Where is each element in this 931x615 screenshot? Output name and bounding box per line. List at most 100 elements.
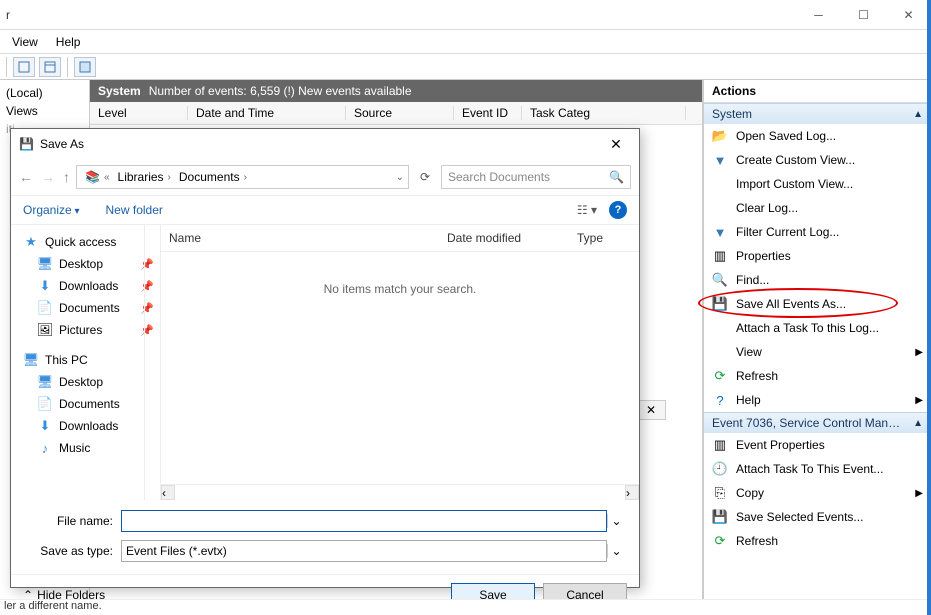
dialog-close-button[interactable]: ✕ bbox=[601, 136, 631, 153]
col-name[interactable]: Name bbox=[161, 225, 439, 251]
action-import-custom-view[interactable]: Import Custom View... bbox=[704, 172, 931, 196]
col-type[interactable]: Type bbox=[569, 225, 639, 251]
dialog-toolbar: Organize New folder ☷ ▾ ? bbox=[11, 195, 639, 225]
tree-documents-2[interactable]: 📄Documents bbox=[11, 393, 160, 415]
find-icon: 🔍 bbox=[712, 272, 728, 288]
savetype-dropdown[interactable]: ⌄ bbox=[607, 544, 625, 558]
chevron-right-icon: ▶ bbox=[915, 488, 923, 499]
actions-group-system[interactable]: System▲ bbox=[704, 103, 931, 124]
list-h-scrollbar[interactable]: ‹› bbox=[161, 484, 639, 500]
filename-input[interactable] bbox=[121, 510, 607, 532]
col-level[interactable]: Level bbox=[98, 106, 188, 120]
nav-fwd-button[interactable]: → bbox=[41, 169, 55, 185]
empty-message: No items match your search. bbox=[161, 252, 639, 484]
folder-icon: 📂 bbox=[712, 128, 728, 144]
dialog-navbar: ← → ↑ 📚« Libraries› Documents› ⌄ ⟳ Searc… bbox=[11, 159, 639, 195]
downloads-icon: ⬇ bbox=[37, 278, 53, 294]
crumb-dropdown-icon[interactable]: ⌄ bbox=[396, 172, 404, 183]
tree-music[interactable]: ♪Music bbox=[11, 437, 160, 459]
action-event-properties[interactable]: ▥Event Properties bbox=[704, 433, 931, 457]
toolbar-icon-2[interactable] bbox=[39, 57, 61, 77]
action-attach-task-event[interactable]: 🕘Attach Task To This Event... bbox=[704, 457, 931, 481]
col-taskcat[interactable]: Task Categ bbox=[530, 106, 686, 120]
tree-downloads[interactable]: ⬇Downloads📌 bbox=[11, 275, 160, 297]
action-help[interactable]: ?Help▶ bbox=[704, 388, 931, 412]
refresh-icon: ⟳ bbox=[712, 368, 728, 384]
save-as-dialog: 💾 Save As ✕ ← → ↑ 📚« Libraries› Document… bbox=[10, 128, 640, 588]
documents-icon: 📄 bbox=[37, 396, 53, 412]
nav-views[interactable]: Views bbox=[6, 102, 83, 120]
task-icon: 🕘 bbox=[712, 461, 728, 477]
save-icon: 💾 bbox=[712, 509, 728, 525]
tree-desktop[interactable]: 🖥Desktop📌 bbox=[11, 253, 160, 275]
documents-icon: 📄 bbox=[37, 300, 53, 316]
save-icon: 💾 bbox=[712, 296, 728, 312]
refresh-icon: ⟳ bbox=[712, 533, 728, 549]
action-properties[interactable]: ▥Properties bbox=[704, 244, 931, 268]
breadcrumb[interactable]: 📚« Libraries› Documents› ⌄ bbox=[76, 165, 409, 189]
dialog-icon: 💾 bbox=[19, 137, 34, 151]
library-icon: 📚 bbox=[85, 170, 100, 184]
nav-refresh-button[interactable]: ⟳ bbox=[415, 170, 435, 184]
tree-quick-access[interactable]: ★Quick access bbox=[11, 231, 160, 253]
action-refresh-2[interactable]: ⟳Refresh bbox=[704, 529, 931, 553]
events-header: System Number of events: 6,559 (!) New e… bbox=[90, 80, 702, 102]
col-date[interactable]: Date and Time bbox=[196, 106, 346, 120]
action-find[interactable]: 🔍Find... bbox=[704, 268, 931, 292]
action-save-selected[interactable]: 💾Save Selected Events... bbox=[704, 505, 931, 529]
pane-close-button[interactable]: ✕ bbox=[636, 400, 666, 420]
properties-icon: ▥ bbox=[712, 248, 728, 264]
nav-back-button[interactable]: ← bbox=[19, 169, 33, 185]
nav-up-button[interactable]: ↑ bbox=[63, 169, 70, 185]
downloads-icon: ⬇ bbox=[37, 418, 53, 434]
help-button[interactable]: ? bbox=[609, 201, 627, 219]
search-input[interactable]: Search Documents 🔍 bbox=[441, 165, 631, 189]
star-icon: ★ bbox=[23, 234, 39, 250]
action-create-custom-view[interactable]: ▼Create Custom View... bbox=[704, 148, 931, 172]
log-name: System bbox=[98, 84, 141, 98]
close-button[interactable]: ✕ bbox=[886, 0, 931, 30]
tree-downloads-2[interactable]: ⬇Downloads bbox=[11, 415, 160, 437]
chevron-right-icon: ▶ bbox=[915, 395, 923, 406]
tree-documents[interactable]: 📄Documents📌 bbox=[11, 297, 160, 319]
action-save-all-events[interactable]: 💾Save All Events As... bbox=[704, 292, 931, 316]
nav-local[interactable]: (Local) bbox=[6, 84, 83, 102]
maximize-button[interactable]: ☐ bbox=[841, 0, 886, 30]
action-attach-task[interactable]: Attach a Task To this Log... bbox=[704, 316, 931, 340]
tree-this-pc[interactable]: 🖥This PC bbox=[11, 349, 160, 371]
minimize-button[interactable]: ─ bbox=[796, 0, 841, 30]
action-refresh[interactable]: ⟳Refresh bbox=[704, 364, 931, 388]
col-eventid[interactable]: Event ID bbox=[462, 106, 522, 120]
window-titlebar: r ─ ☐ ✕ bbox=[0, 0, 931, 30]
window-edge bbox=[927, 0, 931, 615]
funnel-icon: ▼ bbox=[712, 152, 728, 168]
menu-help[interactable]: Help bbox=[50, 33, 87, 51]
tree-desktop-2[interactable]: 🖥Desktop bbox=[11, 371, 160, 393]
copy-icon: ⎘ bbox=[712, 485, 728, 501]
savetype-select[interactable]: Event Files (*.evtx) bbox=[121, 540, 607, 562]
actions-group-event[interactable]: Event 7036, Service Control Mana...▲ bbox=[704, 412, 931, 433]
view-mode-button[interactable]: ☷ ▾ bbox=[577, 203, 597, 217]
toolbar-icon-3[interactable] bbox=[74, 57, 96, 77]
tree-scrollbar[interactable] bbox=[144, 225, 158, 500]
col-source[interactable]: Source bbox=[354, 106, 454, 120]
search-icon: 🔍 bbox=[609, 170, 624, 184]
help-icon: ? bbox=[712, 392, 728, 408]
action-view[interactable]: View▶ bbox=[704, 340, 931, 364]
filename-label: File name: bbox=[25, 514, 121, 528]
action-open-saved-log[interactable]: 📂Open Saved Log... bbox=[704, 124, 931, 148]
toolbar-icon-1[interactable] bbox=[13, 57, 35, 77]
action-clear-log[interactable]: Clear Log... bbox=[704, 196, 931, 220]
dialog-title: Save As bbox=[40, 137, 84, 151]
tree-pictures[interactable]: 🖼Pictures📌 bbox=[11, 319, 160, 341]
action-copy[interactable]: ⎘Copy▶ bbox=[704, 481, 931, 505]
folder-tree: ★Quick access 🖥Desktop📌 ⬇Downloads📌 📄Doc… bbox=[11, 225, 161, 500]
action-filter-log[interactable]: ▼Filter Current Log... bbox=[704, 220, 931, 244]
organize-menu[interactable]: Organize bbox=[23, 203, 80, 217]
desktop-icon: 🖥 bbox=[37, 256, 53, 272]
menu-view[interactable]: View bbox=[6, 33, 44, 51]
actions-pane: Actions System▲ 📂Open Saved Log... ▼Crea… bbox=[703, 80, 931, 600]
new-folder-button[interactable]: New folder bbox=[106, 203, 163, 217]
filename-dropdown[interactable]: ⌄ bbox=[607, 514, 625, 528]
col-date-modified[interactable]: Date modified bbox=[439, 225, 569, 251]
